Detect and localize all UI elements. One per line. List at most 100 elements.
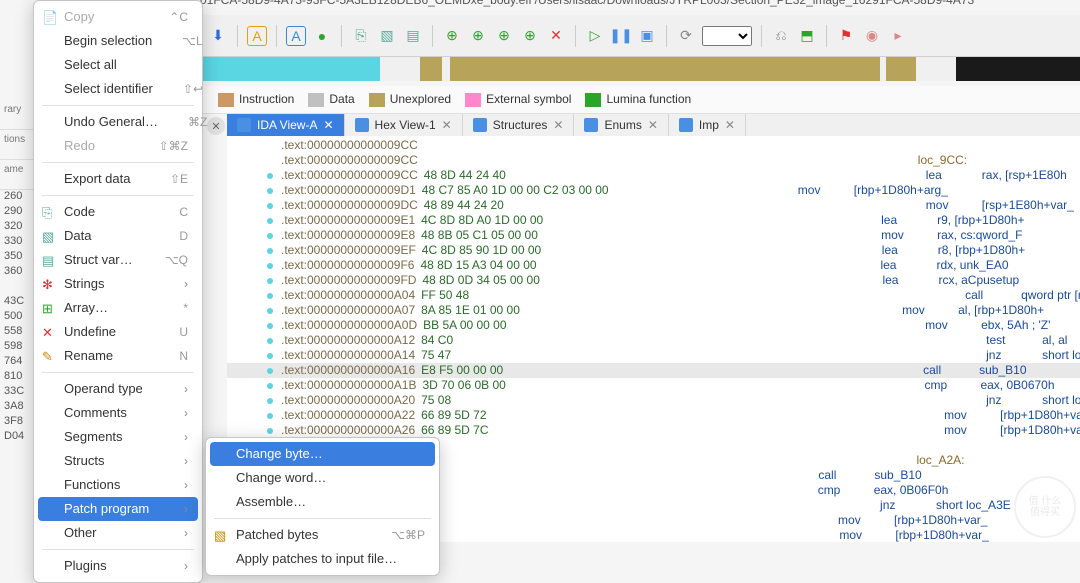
- tab-structures[interactable]: Structures✕: [463, 114, 575, 136]
- toolbar-misc3[interactable]: ◉: [862, 26, 882, 46]
- menu-rename[interactable]: ✎RenameN: [34, 344, 202, 368]
- address-row[interactable]: 33C: [0, 385, 36, 400]
- tab-hex-view-1[interactable]: Hex View-1✕: [345, 114, 463, 136]
- menu-redo[interactable]: Redo⇧⌘Z: [34, 134, 202, 158]
- address-row[interactable]: D04: [0, 430, 36, 445]
- address-row[interactable]: 320: [0, 220, 36, 235]
- tab-close-icon[interactable]: ✕: [323, 118, 333, 132]
- submenu-change-word[interactable]: Change word…: [206, 466, 439, 490]
- menu-undefine[interactable]: ✕UndefineU: [34, 320, 202, 344]
- tab-close-icon[interactable]: ✕: [553, 118, 563, 132]
- toolbar-plus-green3[interactable]: ⊕: [494, 26, 514, 46]
- navigation-overview-bar[interactable]: [200, 57, 1080, 81]
- toolbar-misc1[interactable]: ⎌: [771, 26, 791, 46]
- tab-close-icon[interactable]: ✕: [442, 118, 452, 132]
- toolbar-arrow-down[interactable]: ⬇: [208, 26, 228, 46]
- panel-close-button[interactable]: ✕: [207, 117, 225, 135]
- menu-undo[interactable]: Undo General…⌘Z: [34, 110, 202, 134]
- address-row[interactable]: 260: [0, 190, 36, 205]
- tab-close-icon[interactable]: ✕: [725, 118, 735, 132]
- address-row[interactable]: 810: [0, 370, 36, 385]
- menu-segments[interactable]: Segments›: [34, 425, 202, 449]
- code-line[interactable]: .text:0000000000000A2266 89 5D 72mov [rb…: [227, 408, 1080, 423]
- toolbar-stop-icon[interactable]: ▣: [637, 26, 657, 46]
- address-row[interactable]: 3F8: [0, 415, 36, 430]
- tab-icon: [473, 118, 487, 132]
- toolbar-plus-green1[interactable]: ⊕: [442, 26, 462, 46]
- menu-operand-type[interactable]: Operand type›: [34, 377, 202, 401]
- code-line[interactable]: .text:00000000000009EF4C 8D 85 90 1D 00 …: [227, 243, 1080, 258]
- menu-data[interactable]: ▧DataD: [34, 224, 202, 248]
- menu-code[interactable]: ⎘CodeC: [34, 200, 202, 224]
- address-row[interactable]: 350: [0, 250, 36, 265]
- address-row[interactable]: 330: [0, 235, 36, 250]
- menu-patch-program[interactable]: Patch program›: [38, 497, 198, 521]
- toolbar-code-icon[interactable]: ⎘: [351, 26, 371, 46]
- toolbar-flag-icon[interactable]: ⚑: [836, 26, 856, 46]
- menu-struct-var[interactable]: ▤Struct var…⌥Q: [34, 248, 202, 272]
- address-row[interactable]: 558: [0, 325, 36, 340]
- toolbar-cross-red[interactable]: ✕: [546, 26, 566, 46]
- toolbar-plus-green2[interactable]: ⊕: [468, 26, 488, 46]
- address-row[interactable]: [0, 280, 36, 295]
- submenu-change-byte[interactable]: Change byte…: [210, 442, 435, 466]
- code-line[interactable]: .text:00000000000009DC48 89 44 24 20mov …: [227, 198, 1080, 213]
- address-row[interactable]: 500: [0, 310, 36, 325]
- code-line[interactable]: .text:00000000000009D148 C7 85 A0 1D 00 …: [227, 183, 1080, 198]
- code-line[interactable]: .text:00000000000009E848 8B 05 C1 05 00 …: [227, 228, 1080, 243]
- toolbar-pause-icon[interactable]: ❚❚: [611, 26, 631, 46]
- toolbar-data-icon[interactable]: ▧: [377, 26, 397, 46]
- code-line[interactable]: .text:00000000000009CC: [227, 138, 1080, 153]
- toolbar-plus-green4[interactable]: ⊕: [520, 26, 540, 46]
- code-line[interactable]: .text:0000000000000A1284 C0test al, al: [227, 333, 1080, 348]
- submenu-assemble[interactable]: Assemble…: [206, 490, 439, 514]
- code-line[interactable]: .text:00000000000009FD48 8D 0D 34 05 00 …: [227, 273, 1080, 288]
- address-row[interactable]: 43C: [0, 295, 36, 310]
- code-line[interactable]: .text:0000000000000A1B3D 70 06 0B 00cmp …: [227, 378, 1080, 393]
- menu-array[interactable]: ⊞Array…*: [34, 296, 202, 320]
- tab-enums[interactable]: Enums✕: [574, 114, 668, 136]
- menu-select-all[interactable]: Select all: [34, 53, 202, 77]
- menu-comments[interactable]: Comments›: [34, 401, 202, 425]
- code-line[interactable]: .text:0000000000000A2075 08jnz short loc…: [227, 393, 1080, 408]
- code-line[interactable]: .text:0000000000000A2666 89 5D 7Cmov [rb…: [227, 423, 1080, 438]
- code-line[interactable]: .text:0000000000000A04FF 50 48call qword…: [227, 288, 1080, 303]
- menu-strings[interactable]: ✻Strings›: [34, 272, 202, 296]
- code-line[interactable]: .text:0000000000000A0DBB 5A 00 00 00mov …: [227, 318, 1080, 333]
- code-line[interactable]: .text:00000000000009E14C 8D 8D A0 1D 00 …: [227, 213, 1080, 228]
- menu-select-identifier[interactable]: Select identifier⇧↩: [34, 77, 202, 101]
- menu-functions[interactable]: Functions›: [34, 473, 202, 497]
- context-menu-patch-submenu: Change byte… Change word… Assemble… ▧Pat…: [205, 437, 440, 576]
- menu-export-data[interactable]: Export data⇧E: [34, 167, 202, 191]
- address-row[interactable]: 3A8: [0, 400, 36, 415]
- toolbar-circle-green[interactable]: ●: [312, 26, 332, 46]
- menu-structs[interactable]: Structs›: [34, 449, 202, 473]
- toolbar-misc4[interactable]: ▸: [888, 26, 908, 46]
- toolbar-text-a[interactable]: A: [247, 26, 267, 46]
- code-line[interactable]: .text:0000000000000A078A 85 1E 01 00 00m…: [227, 303, 1080, 318]
- toolbar-struct-icon[interactable]: ▤: [403, 26, 423, 46]
- address-row[interactable]: 598: [0, 340, 36, 355]
- tab-close-icon[interactable]: ✕: [648, 118, 658, 132]
- code-line[interactable]: .text:00000000000009CCloc_9CC:: [227, 153, 1080, 168]
- toolbar-box-a[interactable]: A: [286, 26, 306, 46]
- address-row[interactable]: 764: [0, 355, 36, 370]
- submenu-patched-bytes[interactable]: ▧Patched bytes⌥⌘P: [206, 523, 439, 547]
- code-line[interactable]: .text:0000000000000A16E8 F5 00 00 00call…: [227, 363, 1080, 378]
- code-line[interactable]: .text:0000000000000A1475 47jnz short loc…: [227, 348, 1080, 363]
- tab-imp[interactable]: Imp✕: [669, 114, 746, 136]
- toolbar-dropdown[interactable]: [702, 26, 752, 46]
- menu-plugins[interactable]: Plugins›: [34, 554, 202, 578]
- toolbar-refresh-icon[interactable]: ⟳: [676, 26, 696, 46]
- toolbar-run-icon[interactable]: ▷: [585, 26, 605, 46]
- toolbar-misc2[interactable]: ⬒: [797, 26, 817, 46]
- menu-other[interactable]: Other›: [34, 521, 202, 545]
- code-line[interactable]: .text:00000000000009F648 8D 15 A3 04 00 …: [227, 258, 1080, 273]
- address-row[interactable]: 360: [0, 265, 36, 280]
- menu-copy[interactable]: 📄Copy⌃C: [34, 5, 202, 29]
- code-line[interactable]: .text:00000000000009CC48 8D 44 24 40lea …: [227, 168, 1080, 183]
- submenu-apply-patches[interactable]: Apply patches to input file…: [206, 547, 439, 571]
- address-row[interactable]: 290: [0, 205, 36, 220]
- menu-begin-selection[interactable]: Begin selection⌥L: [34, 29, 202, 53]
- tab-ida-view-a[interactable]: IDA View-A✕: [227, 114, 345, 136]
